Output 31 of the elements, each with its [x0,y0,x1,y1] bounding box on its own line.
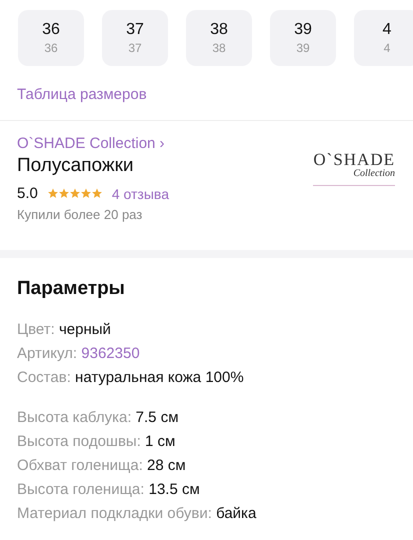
size-option[interactable]: 38 38 [186,10,252,66]
purchase-count: Купили более 20 раз [17,207,144,222]
product-title: Полусапожки [17,155,135,177]
size-label: 39 [294,21,312,39]
section-heading: Параметры [17,278,126,300]
parameter-row-text: Высота подошвы: 1 см [17,432,176,452]
parameter-row-text: Обхват голенища: 28 см [17,456,187,476]
size-sublabel: 37 [128,41,142,55]
size-sublabel: 39 [296,41,310,55]
parameter-row-text: Высота каблука: 7.5 см [17,408,180,428]
parameter-row-text: Материал подкладки обуви: байка [17,504,258,524]
size-option[interactable]: 39 39 [270,10,336,66]
size-option[interactable]: 4 4 [354,10,413,66]
parameter-row-text: Цвет: черный [17,320,112,340]
size-label: 38 [210,21,228,39]
size-option[interactable]: 37 37 [102,10,168,66]
size-label: 36 [42,21,60,39]
size-sublabel: 36 [44,41,58,55]
size-option[interactable]: 36 36 [18,10,84,66]
parameter-row-text: Состав: натуральная кожа 100% [17,368,245,388]
parameter-row-text: Высота голенища: 13.5 см [17,480,201,500]
parameter-row-text: Артикул: 9362350 [17,344,141,364]
brand-link[interactable]: O`SHADE Collection › [17,135,165,152]
rating-value: 5.0 [17,185,38,202]
size-table-link[interactable]: Таблица размеров [17,86,147,103]
size-sublabel: 4 [384,41,390,55]
reviews-link[interactable]: 4 отзыва [112,186,169,202]
size-label: 37 [126,21,144,39]
size-sublabel: 38 [212,41,226,55]
size-label: 4 [382,21,392,39]
brand-logo: O`SHADE Collection [313,151,395,186]
